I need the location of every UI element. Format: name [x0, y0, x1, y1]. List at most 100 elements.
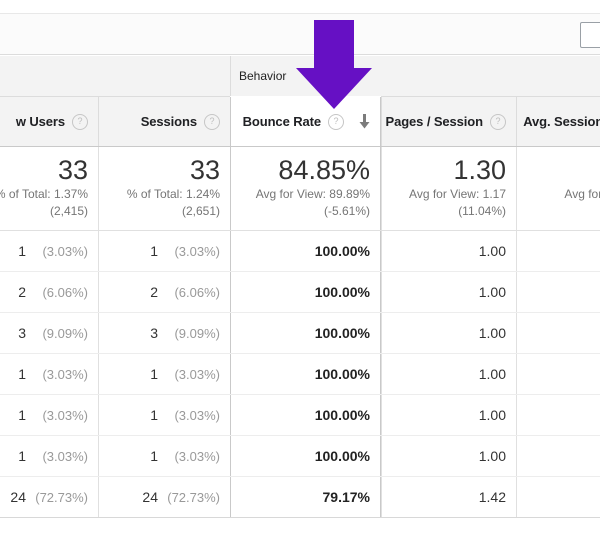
cell-new_users: 1(3.03%)	[0, 395, 98, 435]
cell-percent: (3.03%)	[26, 244, 88, 259]
cell-avg_dur	[516, 436, 600, 476]
summary-comparison: Avg for View: 89.89%	[231, 186, 370, 203]
column-header-bounce_rate[interactable]: Bounce Rate?	[230, 97, 381, 146]
summary-total: (2,415)	[0, 203, 88, 220]
column-header-label: Sessions	[141, 114, 197, 129]
cell-sessions: 1(3.03%)	[98, 354, 230, 394]
summary-cell-new_users: 33% of Total: 1.37%(2,415)	[0, 147, 98, 230]
arrow-down-icon[interactable]	[358, 114, 370, 130]
column-header-label: w Users	[16, 114, 65, 129]
column-header-label: Avg. Session D	[523, 114, 600, 129]
cell-percent: (3.03%)	[158, 367, 220, 382]
table-row[interactable]: 24(72.73%)24(72.73%)79.17%1.42	[0, 477, 600, 518]
cell-value: 100.00%	[315, 448, 370, 464]
table-body: 1(3.03%)1(3.03%)100.00%1.002(6.06%)2(6.0…	[0, 231, 600, 518]
summary-cell-avg_dur: 0Avg for Vi	[516, 147, 600, 230]
cell-new_users: 3(9.09%)	[0, 313, 98, 353]
summary-comparison: Avg for Vi	[517, 186, 600, 203]
summary-total: (2,651)	[99, 203, 220, 220]
cell-percent: (72.73%)	[158, 490, 220, 505]
column-header-pages_sess[interactable]: Pages / Session?	[381, 97, 516, 146]
cell-pages_sess: 1.42	[381, 477, 516, 517]
cell-value: 1	[18, 448, 26, 464]
cell-value: 24	[10, 489, 26, 505]
cell-bounce_rate: 100.00%	[230, 436, 381, 476]
cell-percent: (3.03%)	[26, 367, 88, 382]
cell-pages_sess: 1.00	[381, 231, 516, 271]
cell-bounce_rate: 100.00%	[230, 395, 381, 435]
cell-sessions: 24(72.73%)	[98, 477, 230, 517]
cell-value: 1	[18, 243, 26, 259]
cell-sessions: 3(9.09%)	[98, 313, 230, 353]
summary-total: (-5.61%)	[231, 203, 370, 220]
help-icon[interactable]: ?	[328, 114, 344, 130]
cell-sessions: 1(3.03%)	[98, 395, 230, 435]
column-header-avg_dur[interactable]: Avg. Session D	[516, 97, 600, 146]
help-icon[interactable]: ?	[490, 114, 506, 130]
help-icon[interactable]: ?	[72, 114, 88, 130]
cell-percent: (3.03%)	[158, 244, 220, 259]
table-row[interactable]: 1(3.03%)1(3.03%)100.00%1.00	[0, 354, 600, 395]
cell-pages_sess: 1.00	[381, 354, 516, 394]
cell-avg_dur	[516, 231, 600, 271]
cell-sessions: 2(6.06%)	[98, 272, 230, 312]
cell-pages_sess: 1.00	[381, 436, 516, 476]
cell-value: 1	[18, 407, 26, 423]
cell-value: 1.00	[479, 284, 506, 300]
table-row[interactable]: 1(3.03%)1(3.03%)100.00%1.00	[0, 436, 600, 477]
cell-value: 2	[150, 284, 158, 300]
column-group-label: Behavior	[231, 69, 286, 83]
cell-new_users: 2(6.06%)	[0, 272, 98, 312]
column-header-sessions[interactable]: Sessions?	[98, 97, 230, 146]
report-toolbar	[0, 13, 600, 55]
cell-pages_sess: 1.00	[381, 395, 516, 435]
cell-percent: (3.03%)	[158, 449, 220, 464]
column-header-new_users[interactable]: w Users?	[0, 97, 98, 146]
cell-value: 2	[18, 284, 26, 300]
summary-comparison: % of Total: 1.24%	[99, 186, 220, 203]
cell-value: 1.00	[479, 243, 506, 259]
column-header-row: w Users?Sessions?Bounce Rate?Pages / Ses…	[0, 97, 600, 147]
cell-value: 100.00%	[315, 407, 370, 423]
column-group-behavior: Behavior	[230, 56, 600, 96]
cell-bounce_rate: 100.00%	[230, 354, 381, 394]
cell-bounce_rate: 100.00%	[230, 272, 381, 312]
cell-pages_sess: 1.00	[381, 272, 516, 312]
report-table: Behavior w Users?Sessions?Bounce Rate?Pa…	[0, 56, 600, 518]
table-row[interactable]: 2(6.06%)2(6.06%)100.00%1.00	[0, 272, 600, 313]
table-row[interactable]: 1(3.03%)1(3.03%)100.00%1.00	[0, 231, 600, 272]
cell-percent: (6.06%)	[26, 285, 88, 300]
cell-value: 1	[150, 407, 158, 423]
cell-new_users: 24(72.73%)	[0, 477, 98, 517]
summary-cell-sessions: 33% of Total: 1.24%(2,651)	[98, 147, 230, 230]
cell-sessions: 1(3.03%)	[98, 231, 230, 271]
table-row[interactable]: 1(3.03%)1(3.03%)100.00%1.00	[0, 395, 600, 436]
cell-value: 100.00%	[315, 366, 370, 382]
summary-row: 33% of Total: 1.37%(2,415)33% of Total: …	[0, 147, 600, 231]
cell-bounce_rate: 100.00%	[230, 313, 381, 353]
table-row[interactable]: 3(9.09%)3(9.09%)100.00%1.00	[0, 313, 600, 354]
cell-value: 1.00	[479, 407, 506, 423]
cell-avg_dur	[516, 272, 600, 312]
cell-value: 100.00%	[315, 243, 370, 259]
cell-value: 1.42	[479, 489, 506, 505]
cell-avg_dur	[516, 313, 600, 353]
column-header-label: Pages / Session	[386, 114, 484, 129]
summary-cell-pages_sess: 1.30Avg for View: 1.17(11.04%)	[381, 147, 516, 230]
summary-value: 33	[0, 155, 88, 186]
summary-cell-bounce_rate: 84.85%Avg for View: 89.89%(-5.61%)	[230, 147, 381, 230]
cell-new_users: 1(3.03%)	[0, 231, 98, 271]
cell-value: 3	[150, 325, 158, 341]
cell-percent: (3.03%)	[158, 408, 220, 423]
search-input[interactable]	[580, 22, 600, 48]
cell-value: 1.00	[479, 366, 506, 382]
cell-value: 3	[18, 325, 26, 341]
cell-value: 1	[150, 243, 158, 259]
cell-value: 1.00	[479, 448, 506, 464]
column-header-label: Bounce Rate	[243, 114, 321, 129]
summary-value: 1.30	[382, 155, 506, 186]
analytics-report-screenshot: Behavior w Users?Sessions?Bounce Rate?Pa…	[0, 0, 600, 550]
cell-value: 100.00%	[315, 284, 370, 300]
help-icon[interactable]: ?	[204, 114, 220, 130]
cell-value: 1	[150, 448, 158, 464]
